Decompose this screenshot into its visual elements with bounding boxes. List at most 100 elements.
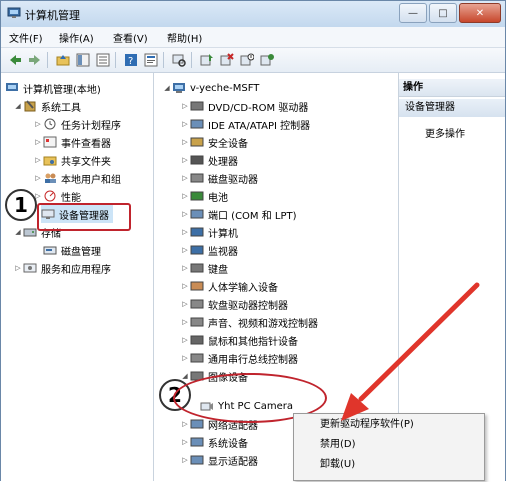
collapsed-arrow-icon: ▷ bbox=[182, 102, 188, 110]
list-icon bbox=[96, 53, 110, 67]
toolbar-separator bbox=[191, 52, 192, 68]
up-level-button[interactable] bbox=[55, 52, 71, 68]
help-button[interactable]: ? bbox=[123, 52, 139, 68]
maximize-button[interactable]: □ bbox=[429, 3, 457, 23]
scan-hardware-button[interactable] bbox=[171, 52, 187, 68]
tree-label: 任务计划程序 bbox=[61, 120, 121, 132]
console-tree-button[interactable] bbox=[75, 52, 91, 68]
tree-item-device-category[interactable]: ▷ 端口 (COM 和 LPT) bbox=[180, 205, 297, 223]
shared-folder-icon bbox=[43, 154, 57, 166]
tree-label: 软盘驱动器控制器 bbox=[208, 300, 288, 312]
tree-label: 人体学输入设备 bbox=[208, 282, 278, 294]
collapsed-arrow-icon: ▷ bbox=[182, 456, 188, 464]
tree-label: 电池 bbox=[208, 192, 228, 204]
disk-icon bbox=[43, 244, 57, 256]
tree-item-device-category[interactable]: ▷ 通用串行总线控制器 bbox=[180, 349, 298, 367]
update-driver-icon bbox=[200, 54, 213, 66]
tree-item-computer-root[interactable]: ◢ v-yeche-MSFT bbox=[162, 79, 259, 97]
close-button[interactable]: ✕ bbox=[459, 3, 501, 23]
tree-item-device-category[interactable]: ▷ 声音、视频和游戏控制器 bbox=[180, 313, 318, 331]
tree-item-device-category[interactable]: ▷ DVD/CD-ROM 驱动器 bbox=[180, 97, 308, 115]
maximize-icon: □ bbox=[438, 7, 448, 19]
tree-label: IDE ATA/ATAPI 控制器 bbox=[208, 120, 311, 132]
tree-item-device-category[interactable]: ▷ 电池 bbox=[180, 187, 228, 205]
menu-file[interactable]: 文件(F) bbox=[9, 30, 43, 45]
tree-item-device-category[interactable]: ▷ 显示适配器 bbox=[180, 451, 258, 469]
tree-item-system-tools[interactable]: ◢ 系统工具 bbox=[13, 97, 81, 115]
export-list-button[interactable] bbox=[95, 52, 111, 68]
tree-item-disk-management[interactable]: 磁盘管理 bbox=[43, 241, 101, 259]
folder-up-icon bbox=[56, 55, 70, 66]
device-category-icon bbox=[190, 190, 204, 202]
actions-section-device-manager[interactable]: 设备管理器 bbox=[399, 99, 505, 117]
actions-header: 操作 bbox=[399, 79, 505, 97]
properties-icon bbox=[144, 53, 158, 67]
forward-button[interactable] bbox=[27, 52, 43, 68]
tree-label: 显示适配器 bbox=[208, 456, 258, 468]
collapsed-arrow-icon: ▷ bbox=[182, 228, 188, 236]
context-disable[interactable]: 禁用(D) bbox=[320, 436, 356, 454]
console-tree-pane: 计算机管理(本地) ◢ 系统工具 ▷ 任务计划程序 ▷ 事件查看器 ▷ 共享文件… bbox=[1, 73, 154, 481]
enable-device-icon bbox=[260, 54, 274, 66]
tree-item-local-users[interactable]: ▷ 本地用户和组 bbox=[33, 169, 121, 187]
menu-action[interactable]: 操作(A) bbox=[59, 30, 94, 45]
close-icon: ✕ bbox=[475, 7, 485, 19]
tree-label: 服务和应用程序 bbox=[41, 264, 111, 276]
tree-item-device-category[interactable]: ▷ 处理器 bbox=[180, 151, 238, 169]
uninstall-button[interactable] bbox=[219, 52, 235, 68]
minimize-button[interactable]: — bbox=[399, 3, 427, 23]
performance-icon bbox=[43, 190, 57, 202]
tree-item-device-category[interactable]: ▷ 磁盘驱动器 bbox=[180, 169, 258, 187]
device-category-icon bbox=[190, 334, 204, 346]
menu-view[interactable]: 查看(V) bbox=[113, 30, 148, 45]
tree-item-computer-management[interactable]: 计算机管理(本地) bbox=[5, 79, 101, 97]
tree-item-event-viewer[interactable]: ▷ 事件查看器 bbox=[33, 133, 111, 151]
tree-item-device-category[interactable]: ▷ 监视器 bbox=[180, 241, 238, 259]
tree-item-device-category[interactable]: ▷ 安全设备 bbox=[180, 133, 248, 151]
tree-item-device-category[interactable]: ▷ 键盘 bbox=[180, 259, 228, 277]
tree-label: 磁盘驱动器 bbox=[208, 174, 258, 186]
device-category-icon bbox=[190, 226, 204, 238]
collapsed-arrow-icon: ▷ bbox=[182, 174, 188, 182]
tree-item-shared-folders[interactable]: ▷ 共享文件夹 bbox=[33, 151, 111, 169]
tree-label: 计算机管理(本地) bbox=[23, 84, 101, 96]
title-bar: 计算机管理 — □ ✕ bbox=[1, 1, 505, 27]
collapsed-arrow-icon: ▷ bbox=[182, 210, 188, 218]
tree-label: 系统设备 bbox=[208, 438, 248, 450]
enable-button[interactable] bbox=[259, 52, 275, 68]
collapsed-arrow-icon: ▷ bbox=[182, 438, 188, 446]
tree-item-device-category[interactable]: ▷ 计算机 bbox=[180, 223, 238, 241]
uninstall-icon bbox=[220, 53, 234, 66]
context-uninstall[interactable]: 卸载(U) bbox=[320, 456, 355, 474]
tree-item-services-apps[interactable]: ▷ 服务和应用程序 bbox=[13, 259, 111, 277]
back-button[interactable] bbox=[7, 52, 23, 68]
collapsed-arrow-icon: ▷ bbox=[182, 336, 188, 344]
help-icon: ? bbox=[125, 54, 137, 67]
computer-management-icon bbox=[5, 82, 19, 94]
tree-item-task-scheduler[interactable]: ▷ 任务计划程序 bbox=[33, 115, 121, 133]
tree-item-device-category[interactable]: ▷ 软盘驱动器控制器 bbox=[180, 295, 288, 313]
expanded-arrow-icon: ◢ bbox=[164, 84, 170, 92]
context-update-driver[interactable]: 更新驱动程序软件(P) bbox=[320, 416, 414, 434]
device-category-icon bbox=[190, 172, 204, 184]
disable-button[interactable] bbox=[239, 52, 255, 68]
more-actions-link[interactable]: 更多操作 bbox=[425, 125, 465, 140]
tree-item-device-category[interactable]: ▷ 鼠标和其他指针设备 bbox=[180, 331, 298, 349]
tree-item-device-category[interactable]: ▷ 人体学输入设备 bbox=[180, 277, 278, 295]
window-controls: — □ ✕ bbox=[399, 3, 501, 23]
computer-management-window: 计算机管理 — □ ✕ 文件(F) 操作(A) 查看(V) 帮助(H) ? 计算… bbox=[0, 0, 506, 481]
tools-icon bbox=[23, 100, 37, 112]
computer-icon bbox=[172, 82, 186, 94]
event-viewer-icon bbox=[43, 136, 57, 148]
properties-button[interactable] bbox=[143, 52, 159, 68]
menu-help[interactable]: 帮助(H) bbox=[167, 30, 202, 45]
callout-number-one: 1 bbox=[5, 189, 37, 221]
tree-item-device-category[interactable]: ▷ IDE ATA/ATAPI 控制器 bbox=[180, 115, 310, 133]
collapsed-arrow-icon: ▷ bbox=[182, 156, 188, 164]
update-driver-button[interactable] bbox=[199, 52, 215, 68]
tree-label: 端口 (COM 和 LPT) bbox=[208, 210, 297, 222]
console-tree-icon bbox=[76, 53, 90, 67]
collapsed-arrow-icon: ▷ bbox=[35, 156, 41, 164]
tree-label: 通用串行总线控制器 bbox=[208, 354, 298, 366]
tree-item-device-category[interactable]: ▷ 系统设备 bbox=[180, 433, 248, 451]
